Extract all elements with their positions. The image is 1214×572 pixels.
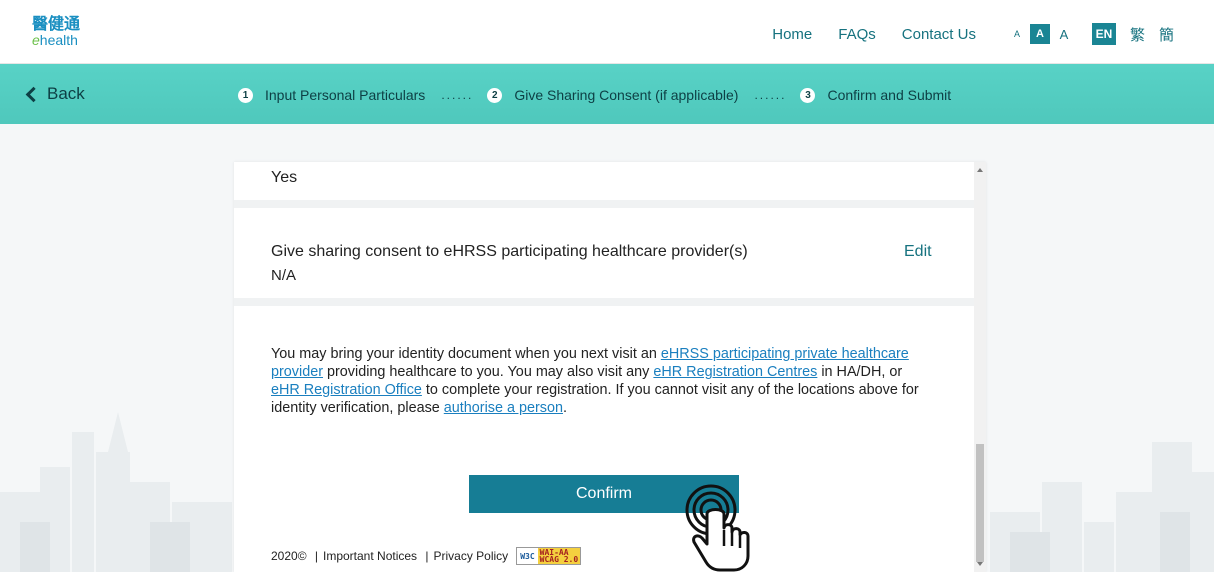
font-size-small-button[interactable]: A (1010, 24, 1024, 44)
step-1: 1 Input Personal Particulars (238, 87, 425, 103)
top-nav: Home FAQs Contact Us A A A EN 繁 簡 (772, 22, 1174, 46)
notice-text: in HA/DH, or (817, 364, 903, 380)
font-size-switcher: A A A (1010, 24, 1072, 44)
page-footer: 2020© | Important Notices | Privacy Poli… (271, 545, 582, 567)
identity-verification-notice: You may bring your identity document whe… (271, 345, 931, 417)
lang-traditional-chinese-button[interactable]: 繁 (1130, 23, 1145, 45)
step-separator: ...... (441, 88, 474, 102)
top-header: 醫健通 ehealth Home FAQs Contact Us A A A E… (0, 0, 1214, 64)
section-divider (234, 200, 974, 208)
step-2: 2 Give Sharing Consent (if applicable) (487, 87, 738, 103)
steps-list: 1 Input Personal Particulars ...... 2 Gi… (238, 84, 951, 106)
step-number-badge: 3 (800, 87, 816, 103)
authorise-a-person-link[interactable]: authorise a person (444, 400, 563, 416)
nav-contact-us-link[interactable]: Contact Us (902, 26, 976, 43)
language-switcher: EN 繁 簡 (1091, 23, 1174, 45)
back-label: Back (47, 84, 85, 103)
scroll-up-arrow-icon[interactable] (977, 168, 983, 172)
edit-sharing-consent-link[interactable]: Edit (904, 243, 932, 261)
tap-hand-cursor-icon (685, 484, 750, 572)
step-label: Confirm and Submit (827, 87, 952, 103)
step-label: Input Personal Particulars (265, 87, 426, 103)
nav-faqs-link[interactable]: FAQs (838, 26, 876, 43)
important-notices-link[interactable]: Important Notices (323, 549, 417, 563)
chevron-left-icon (25, 86, 42, 102)
logo-chinese-text: 醫健通 (32, 14, 81, 33)
lang-en-button[interactable]: EN (1091, 23, 1116, 45)
scrollbar-thumb[interactable] (976, 444, 984, 562)
nav-home-link[interactable]: Home (772, 26, 812, 43)
step-number-badge: 1 (238, 87, 253, 103)
step-3: 3 Confirm and Submit (800, 87, 951, 103)
lang-simplified-chinese-button[interactable]: 簡 (1159, 23, 1174, 45)
eHR-registration-office-link[interactable]: eHR Registration Office (271, 382, 422, 398)
w3c-logo-text: W3C (517, 548, 538, 564)
copyright-text: 2020© (271, 549, 307, 563)
wai-aa-text: WAI-AA WCAG 2.0 (537, 548, 581, 564)
sharing-consent-value: N/A (271, 267, 297, 284)
font-size-medium-button[interactable]: A (1029, 24, 1050, 44)
footer-divider: | (311, 549, 318, 563)
sharing-consent-section: Give sharing consent to eHRSS participat… (234, 208, 974, 298)
card-scrollbar[interactable] (974, 162, 986, 572)
previous-answer-section: Yes (234, 162, 974, 200)
notice-text: providing healthcare to you. You may als… (323, 364, 654, 380)
section-divider (234, 298, 974, 306)
logo-english-text: ehealth (32, 32, 78, 48)
privacy-policy-link[interactable]: Privacy Policy (434, 549, 509, 563)
previous-answer-value: Yes (271, 169, 298, 186)
step-separator: ...... (754, 88, 787, 102)
progress-stepbar: Back 1 Input Personal Particulars ......… (0, 64, 1214, 124)
scroll-down-arrow-icon[interactable] (977, 562, 983, 566)
sharing-consent-title: Give sharing consent to eHRSS participat… (271, 243, 748, 260)
step-label: Give Sharing Consent (if applicable) (514, 87, 739, 103)
back-button[interactable]: Back (24, 82, 85, 106)
footer-divider: | (422, 549, 429, 563)
wcag-aa-badge[interactable]: W3C WAI-AA WCAG 2.0 (516, 547, 582, 565)
eHR-registration-centres-link[interactable]: eHR Registration Centres (653, 364, 817, 380)
ehealth-logo[interactable]: 醫健通 ehealth (32, 16, 102, 50)
font-size-large-button[interactable]: A (1056, 24, 1072, 44)
notice-text: You may bring your identity document whe… (271, 346, 661, 362)
confirmation-card: Yes Give sharing consent to eHRSS partic… (234, 162, 986, 572)
step-number-badge: 2 (487, 87, 503, 103)
notice-text: . (562, 400, 567, 416)
